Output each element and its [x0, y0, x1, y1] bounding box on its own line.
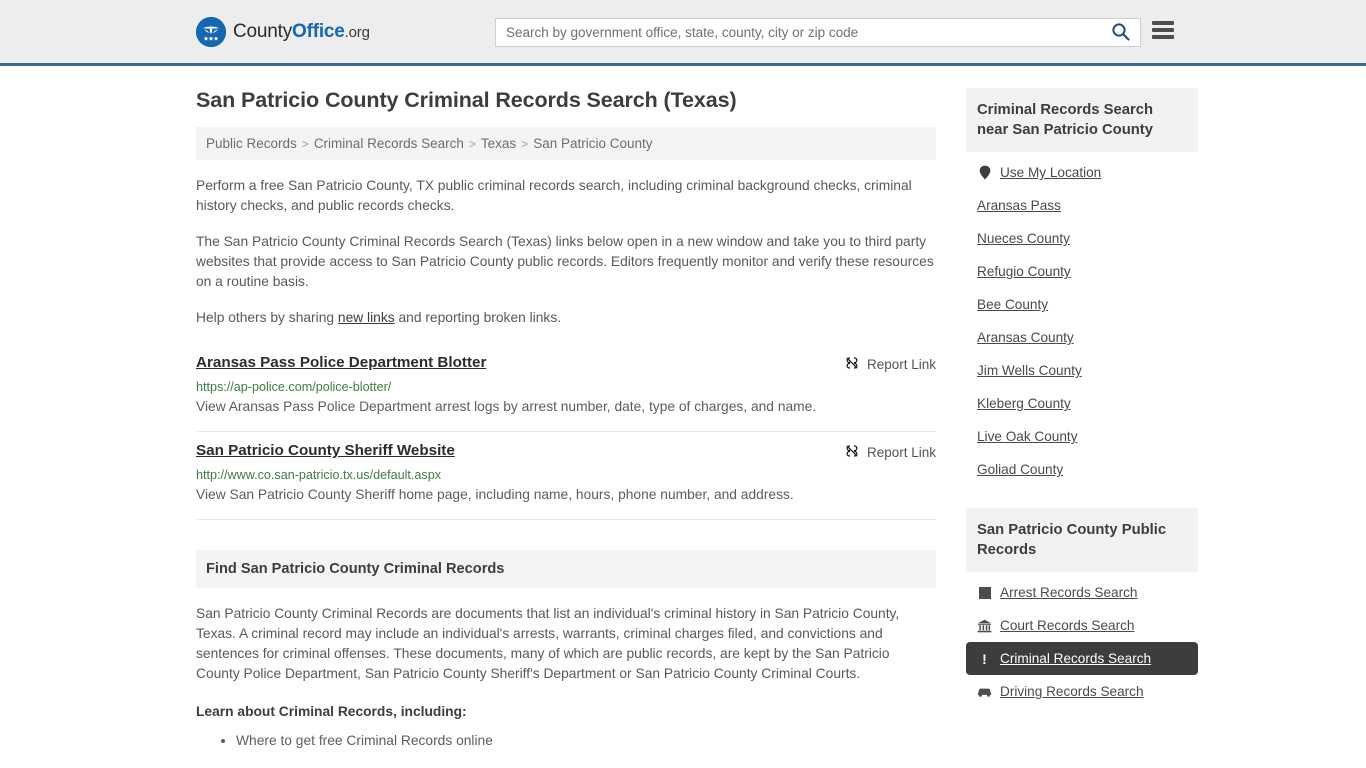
sidebar-item-refugio-county[interactable]: Refugio County	[966, 255, 1198, 288]
hamburger-bar	[1152, 21, 1174, 25]
result-description: View Aransas Pass Police Department arre…	[196, 399, 817, 414]
sidebar: Criminal Records Search near San Patrici…	[966, 66, 1198, 708]
result-title-link[interactable]: Aransas Pass Police Department Blotter	[196, 354, 486, 371]
sidebar-item-nueces-county[interactable]: Nueces County	[966, 222, 1198, 255]
find-records-body: San Patricio County Criminal Records are…	[196, 604, 936, 752]
site-logo-text: CountyOffice.org	[233, 21, 370, 43]
main-content: San Patricio County Criminal Records Sea…	[196, 66, 936, 752]
hamburger-bar	[1152, 35, 1174, 39]
intro-paragraph-3: Help others by sharing new links and rep…	[196, 308, 936, 328]
sidebar-item-kleberg-county[interactable]: Kleberg County	[966, 387, 1198, 420]
find-records-heading: Find San Patricio County Criminal Record…	[196, 550, 936, 588]
map-pin-icon	[977, 165, 992, 180]
content-columns: San Patricio County Criminal Records Sea…	[196, 66, 1198, 752]
intro-section: Perform a free San Patricio County, TX p…	[196, 176, 936, 328]
page-title: San Patricio County Criminal Records Sea…	[196, 88, 737, 112]
page-container: San Patricio County Criminal Records Sea…	[0, 66, 1366, 752]
result-item: San Patricio County Sheriff Website Repo…	[196, 432, 936, 520]
sidebar-item-label: Kleberg County	[977, 396, 1071, 411]
sidebar-item-arrest-records-search[interactable]: Arrest Records Search	[966, 576, 1198, 609]
sidebar-item-label: Driving Records Search	[1000, 684, 1144, 699]
sidebar-item-label: Use My Location	[1000, 165, 1102, 180]
search-input[interactable]	[496, 19, 1100, 46]
report-link-label: Report Link	[866, 445, 936, 460]
sidebar-item-driving-records-search[interactable]: Driving Records Search	[966, 675, 1198, 708]
breadcrumb-separator: >	[301, 137, 309, 151]
sidebar-item-live-oak-county[interactable]: Live Oak County	[966, 420, 1198, 453]
sidebar-item-label: Arrest Records Search	[1000, 585, 1138, 600]
sidebar-item-label: Live Oak County	[977, 429, 1078, 444]
sidebar-item-aransas-pass[interactable]: Aransas Pass	[966, 189, 1198, 222]
eagle-stars-seal-icon	[196, 16, 226, 47]
report-link-label: Report Link	[866, 357, 936, 372]
result-description: View San Patricio County Sheriff home pa…	[196, 487, 794, 502]
result-url[interactable]: https://ap-police.com/police-blotter/	[196, 380, 936, 394]
logo-text-office: Office	[292, 20, 345, 42]
site-header: CountyOffice.org	[0, 0, 1366, 66]
square-icon	[977, 585, 992, 600]
intro-paragraph-2: The San Patricio County Criminal Records…	[196, 234, 934, 289]
breadcrumb-item-public-records[interactable]: Public Records	[206, 136, 297, 151]
result-header: Aransas Pass Police Department Blotter R…	[196, 354, 936, 374]
sidebar-nearby-heading: Criminal Records Search near San Patrici…	[966, 88, 1198, 152]
sidebar-public-records-list: Arrest Records Search Court Records Sear…	[966, 572, 1198, 708]
sidebar-item-court-records-search[interactable]: Court Records Search	[966, 609, 1198, 642]
sidebar-nearby-box: Criminal Records Search near San Patrici…	[966, 88, 1198, 486]
result-url[interactable]: http://www.co.san-patricio.tx.us/default…	[196, 468, 936, 482]
share-text-before: Help others by sharing	[196, 310, 338, 325]
exclamation-icon: !	[982, 650, 987, 667]
learn-about-heading: Learn about Criminal Records, including:	[196, 704, 467, 719]
new-links-link[interactable]: new links	[338, 310, 395, 325]
sidebar-public-records-heading: San Patricio County Public Records	[966, 508, 1198, 572]
breadcrumb-item-criminal-records-search[interactable]: Criminal Records Search	[314, 136, 464, 151]
site-logo[interactable]: CountyOffice.org	[196, 16, 370, 47]
hamburger-bar	[1152, 28, 1174, 32]
sidebar-item-label: Goliad County	[977, 462, 1064, 477]
search-button[interactable]	[1100, 19, 1140, 46]
result-header: San Patricio County Sheriff Website Repo…	[196, 442, 936, 462]
sidebar-item-goliad-county[interactable]: Goliad County	[966, 453, 1198, 486]
sidebar-public-records-box: San Patricio County Public Records Arres…	[966, 508, 1198, 708]
breadcrumb-item-san-patricio-county[interactable]: San Patricio County	[533, 136, 652, 151]
sidebar-item-label: Court Records Search	[1000, 618, 1135, 633]
sidebar-item-jim-wells-county[interactable]: Jim Wells County	[966, 354, 1198, 387]
sidebar-item-label: Aransas County	[977, 330, 1074, 345]
courthouse-icon	[977, 618, 992, 633]
sidebar-item-label: Refugio County	[977, 264, 1071, 279]
sidebar-item-label: Aransas Pass	[977, 198, 1061, 213]
sidebar-item-bee-county[interactable]: Bee County	[966, 288, 1198, 321]
breadcrumb: Public Records > Criminal Records Search > T…	[196, 127, 936, 160]
car-icon	[977, 684, 992, 699]
sidebar-item-aransas-county[interactable]: Aransas County	[966, 321, 1198, 354]
sidebar-item-criminal-records-search[interactable]: ! Criminal Records Search	[966, 642, 1198, 675]
intro-paragraph-1: Perform a free San Patricio County, TX p…	[196, 178, 912, 213]
list-item: Where to get free Criminal Records onlin…	[236, 730, 936, 752]
sidebar-item-label: Jim Wells County	[977, 363, 1082, 378]
hamburger-menu-icon[interactable]	[1152, 21, 1174, 39]
broken-link-icon	[844, 355, 860, 374]
result-item: Aransas Pass Police Department Blotter R…	[196, 344, 936, 432]
sidebar-item-label: Criminal Records Search	[1000, 651, 1152, 666]
result-title-link[interactable]: San Patricio County Sheriff Website	[196, 442, 455, 459]
find-records-paragraph: San Patricio County Criminal Records are…	[196, 606, 900, 681]
report-link-button[interactable]: Report Link	[844, 442, 936, 462]
logo-text-org: .org	[344, 23, 370, 41]
search-bar[interactable]	[495, 18, 1141, 47]
sidebar-nearby-list: Use My Location Aransas Pass Nueces Coun…	[966, 152, 1198, 486]
breadcrumb-separator: >	[521, 137, 529, 151]
logo-text-county: County	[233, 20, 293, 42]
sidebar-item-label: Nueces County	[977, 231, 1070, 246]
share-text-after: and reporting broken links.	[394, 310, 562, 325]
sidebar-item-use-my-location[interactable]: Use My Location	[966, 156, 1198, 189]
breadcrumb-separator: >	[468, 137, 476, 151]
sidebar-item-label: Bee County	[977, 297, 1049, 312]
broken-link-icon	[844, 443, 860, 462]
search-icon	[1111, 22, 1130, 44]
breadcrumb-item-texas[interactable]: Texas	[481, 136, 516, 151]
report-link-button[interactable]: Report Link	[844, 354, 936, 374]
learn-about-list: Where to get free Criminal Records onlin…	[196, 730, 936, 752]
